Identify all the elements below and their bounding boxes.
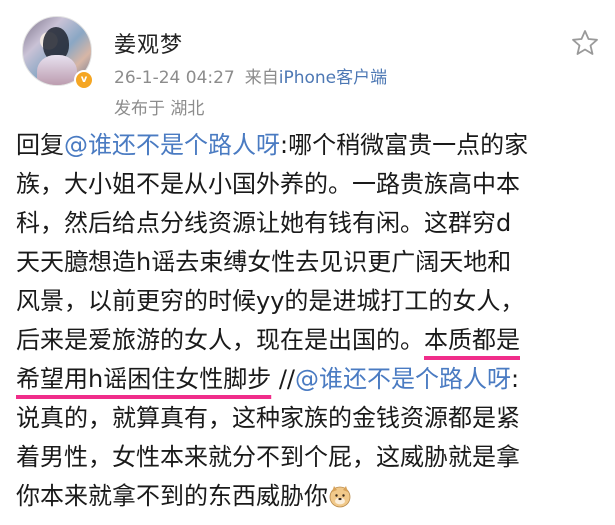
user-mention-link[interactable]: @谁还不是个路人呀 (295, 365, 511, 393)
verified-badge-icon: v (74, 70, 94, 90)
post-meta: 26-1-24 04:27 来自iPhone客户端 (114, 63, 387, 88)
star-icon[interactable] (570, 28, 600, 58)
doge-emoji-icon (329, 486, 351, 508)
content-text: 科，然后给点分线资源让她有钱有闲。这群穷d (16, 209, 512, 237)
content-line: 天天臆想造h谣去束缚女性去见识更广阔天地和 (16, 243, 606, 282)
username[interactable]: 姜观梦 (114, 27, 183, 59)
content-text: : (511, 365, 520, 393)
content-text: 着男性，女性本来就分不到个屁，这威胁就是拿 (16, 443, 520, 471)
source-app-link[interactable]: iPhone客户端 (279, 68, 387, 88)
content-line: 说真的，就算真有，这种家族的金钱资源都是紧 (16, 399, 606, 438)
highlighted-text: 本质都是 (424, 326, 520, 354)
highlighted-text: 希望用h谣困住女性脚步 (16, 365, 272, 393)
post-content: 回复@谁还不是个路人呀:哪个稍微富贵一点的家 族，大小姐不是从小国外养的。一路贵族… (16, 126, 606, 516)
content-line: 族，大小姐不是从小国外养的。一路贵族高中本 (16, 165, 606, 204)
content-text: 说真的，就算真有，这种家族的金钱资源都是紧 (16, 404, 520, 432)
timestamp: 26-1-24 04:27 (114, 68, 235, 88)
content-line: 后来是爱旅游的女人，现在是出国的。本质都是 (16, 321, 606, 360)
content-text: 族，大小姐不是从小国外养的。一路贵族高中本 (16, 170, 520, 198)
content-line: 科，然后给点分线资源让她有钱有闲。这群穷d (16, 204, 606, 243)
post-location: 发布于 湖北 (114, 99, 205, 119)
content-line: 着男性，女性本来就分不到个屁，这威胁就是拿 (16, 438, 606, 477)
content-line: 回复@谁还不是个路人呀:哪个稍微富贵一点的家 (16, 126, 606, 165)
content-text: 后来是爱旅游的女人，现在是出国的。 (16, 326, 424, 354)
content-line: 风景，以前更穷的时候yy的是进城打工的女人， (16, 282, 606, 321)
user-mention-link[interactable]: @谁还不是个路人呀 (64, 131, 280, 159)
content-text: 天天臆想造h谣去束缚女性去见识更广阔天地和 (16, 248, 512, 276)
content-text: 风景，以前更穷的时候yy的是进城打工的女人， (16, 287, 525, 315)
content-text: 你本来就拿不到的东西威胁你 (16, 482, 328, 510)
source-prefix: 来自 (244, 68, 279, 88)
content-text: // (271, 365, 296, 393)
content-text: :哪个稍微富贵一点的家 (280, 131, 529, 159)
content-text: 回复 (16, 131, 64, 159)
content-line: 希望用h谣困住女性脚步 //@谁还不是个路人呀: (16, 360, 606, 399)
content-line: 你本来就拿不到的东西威胁你 (16, 477, 606, 516)
